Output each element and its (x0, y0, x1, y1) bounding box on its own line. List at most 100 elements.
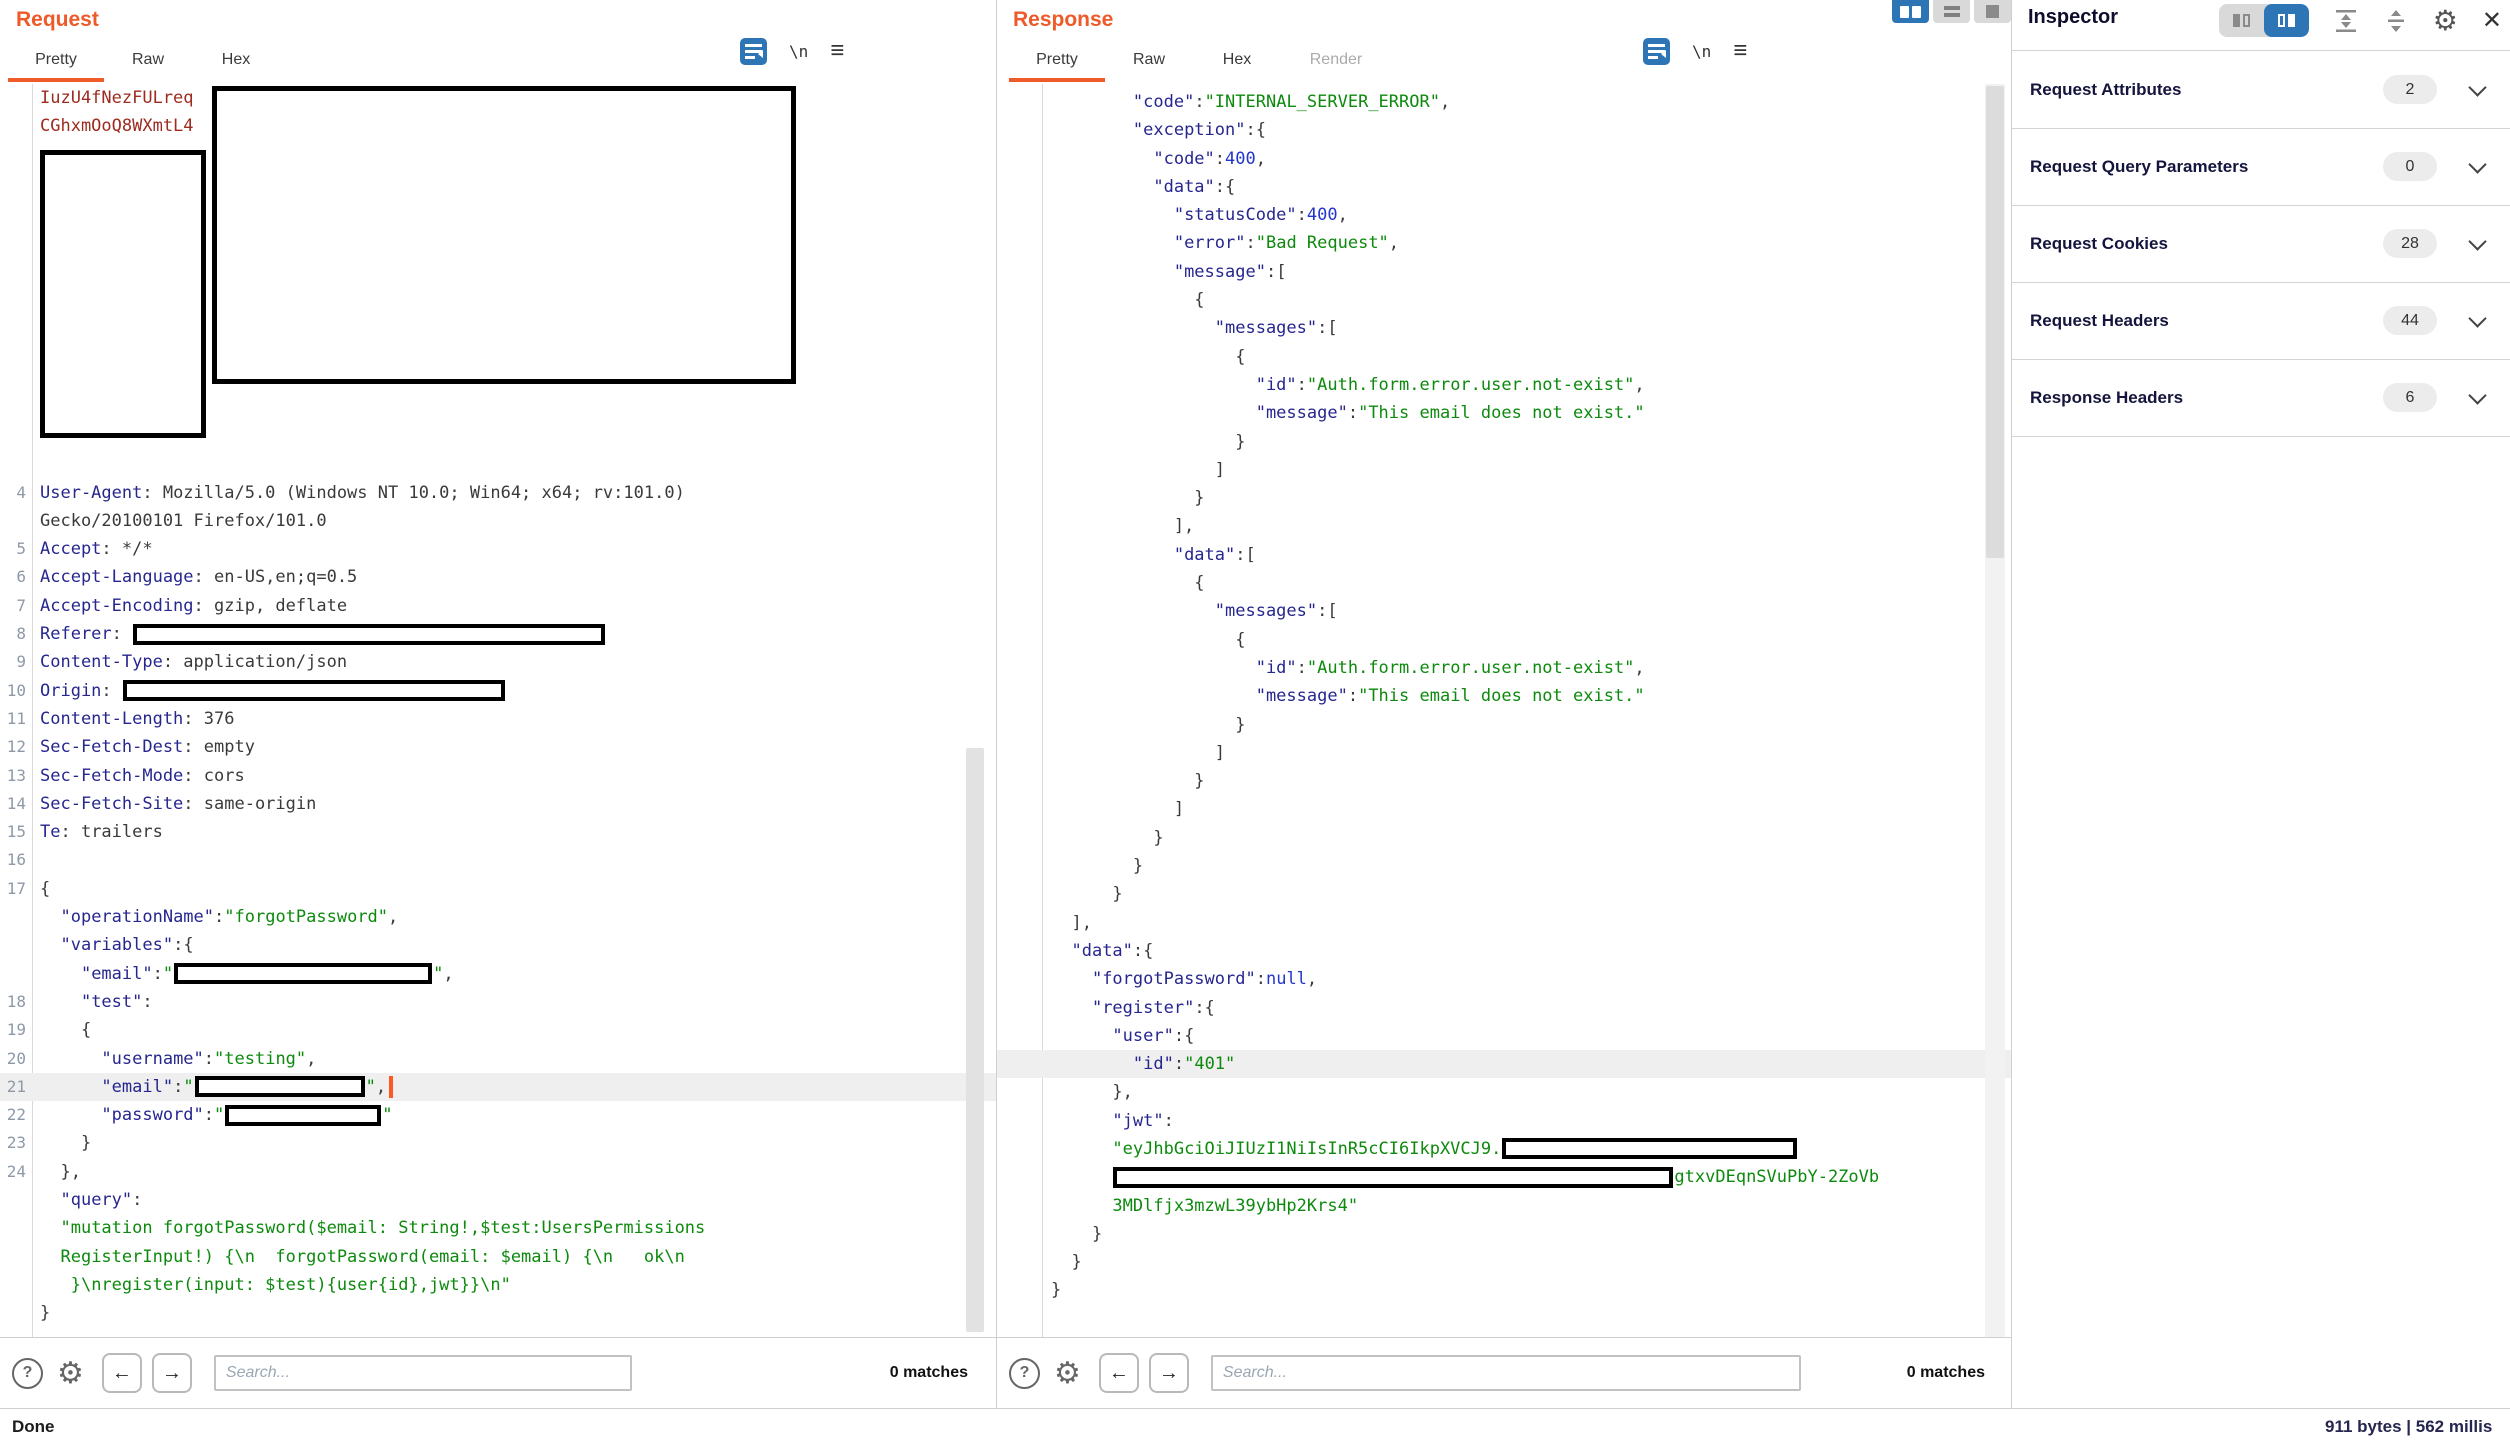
previous-match-button[interactable]: ← (102, 1353, 142, 1393)
code-line: 22 "password":"" (0, 1101, 996, 1129)
code-line: ] (997, 739, 2011, 767)
inspector-section-request-query-parameters[interactable]: Request Query Parameters0 (2012, 128, 2510, 206)
code-line: "operationName":"forgotPassword", (0, 903, 996, 931)
request-editor[interactable]: IuzU4fNezFULreqCGhxmOoQ8WXmtL44User-Agen… (0, 84, 996, 1338)
code-line: 10Origin: (0, 677, 996, 705)
inspector-icon-bar: ⚙ ✕ (2219, 4, 2502, 37)
code-line: 8Referer: (0, 620, 996, 648)
line-number: 4 (0, 479, 26, 507)
tab-pretty[interactable]: Pretty (8, 40, 104, 82)
chevron-down-icon[interactable] (2468, 232, 2486, 250)
search-settings-gear-icon[interactable]: ⚙ (57, 1360, 84, 1387)
section-label: Request Attributes (2030, 80, 2181, 100)
code-line: "code":"INTERNAL_SERVER_ERROR", (997, 88, 2011, 116)
inspector-close-icon[interactable]: ✕ (2482, 6, 2502, 35)
tab-render[interactable]: Render (1281, 40, 1391, 82)
inspector-section-request-cookies[interactable]: Request Cookies28 (2012, 205, 2510, 283)
tab-hex[interactable]: Hex (192, 40, 280, 82)
code-line: }\nregister(input: $test){user{id},jwt}}… (0, 1271, 996, 1299)
code-line: "jwt": (997, 1107, 2011, 1135)
help-icon[interactable]: ? (12, 1358, 43, 1389)
response-panel-title: Response (1013, 8, 1113, 32)
code-line: { (997, 626, 2011, 654)
chevron-down-icon[interactable] (2468, 78, 2486, 96)
single-layout-icon[interactable] (1974, 0, 2011, 23)
dock-left-icon[interactable] (2219, 4, 2264, 37)
line-number: 22 (0, 1101, 26, 1129)
show-newlines-button[interactable]: \n (1692, 42, 1711, 61)
chevron-down-icon[interactable] (2468, 386, 2486, 404)
response-scrollbar[interactable] (1986, 86, 2004, 558)
inspector-section-response-headers[interactable]: Response Headers6 (2012, 359, 2510, 437)
code-line: } (997, 1248, 2011, 1276)
line-number: 17 (0, 875, 26, 903)
request-match-count: 0 matches (890, 1364, 968, 1382)
word-wrap-icon[interactable] (1643, 38, 1670, 65)
inspector-section-request-attributes[interactable]: Request Attributes2 (2012, 51, 2510, 129)
next-match-button[interactable]: → (1149, 1353, 1189, 1393)
code-line: 15Te: trailers (0, 818, 996, 846)
request-scrollbar[interactable] (966, 748, 984, 1332)
response-search-input[interactable] (1211, 1355, 1801, 1391)
code-line: 12Sec-Fetch-Dest: empty (0, 733, 996, 761)
line-number: 19 (0, 1016, 26, 1044)
search-settings-gear-icon[interactable]: ⚙ (1054, 1360, 1081, 1387)
code-line: 5Accept: */* (0, 535, 996, 563)
tab-raw[interactable]: Raw (1105, 40, 1193, 82)
line-number: 5 (0, 535, 26, 563)
inspector-settings-gear-icon[interactable]: ⚙ (2433, 9, 2458, 33)
burp-repeater-window: Request PrettyRawHex \n ≡ IuzU4fNezFULre… (0, 0, 2510, 1446)
response-viewer[interactable]: "code":"INTERNAL_SERVER_ERROR", "excepti… (997, 84, 2011, 1338)
response-size-timing: 911 bytes | 562 millis (2325, 1417, 2492, 1437)
expand-all-icon[interactable] (2383, 8, 2409, 34)
line-number: 13 (0, 762, 26, 790)
code-line: 19 { (0, 1016, 996, 1044)
code-line: "message":[ (997, 258, 2011, 286)
show-newlines-button[interactable]: \n (789, 42, 808, 61)
response-code: "code":"INTERNAL_SERVER_ERROR", "excepti… (997, 84, 2011, 1305)
code-line: } (997, 484, 2011, 512)
next-match-button[interactable]: → (152, 1353, 192, 1393)
editor-menu-icon[interactable]: ≡ (1733, 41, 1747, 61)
inspector-panel: Inspector ⚙ ✕ Request Attributes2Request… (2012, 0, 2510, 1408)
redaction-box (195, 1076, 365, 1097)
code-line: 20 "username":"testing", (0, 1045, 996, 1073)
previous-match-button[interactable]: ← (1099, 1353, 1139, 1393)
code-line: "id":"Auth.form.error.user.not-exist", (997, 654, 2011, 682)
word-wrap-icon[interactable] (740, 38, 767, 65)
code-line: } (997, 1220, 2011, 1248)
response-match-count: 0 matches (1907, 1364, 1985, 1382)
line-number: 8 (0, 620, 26, 648)
inspector-section-request-headers[interactable]: Request Headers44 (2012, 282, 2510, 360)
section-label: Request Query Parameters (2030, 157, 2248, 177)
tab-hex[interactable]: Hex (1193, 40, 1281, 82)
tab-raw[interactable]: Raw (104, 40, 192, 82)
redaction-box (225, 1105, 381, 1126)
code-line: "forgotPassword":null, (997, 965, 2011, 993)
redaction-box (123, 680, 505, 701)
line-number: 9 (0, 648, 26, 676)
request-panel: Request PrettyRawHex \n ≡ IuzU4fNezFULre… (0, 0, 996, 1408)
editor-menu-icon[interactable]: ≡ (830, 41, 844, 61)
tab-pretty[interactable]: Pretty (1009, 40, 1105, 82)
code-line: ], (997, 909, 2011, 937)
chevron-down-icon[interactable] (2468, 155, 2486, 173)
code-line: } (997, 852, 2011, 880)
collapse-all-icon[interactable] (2333, 8, 2359, 34)
code-line: "statusCode":400, (997, 201, 2011, 229)
columns-layout-icon[interactable] (1892, 0, 1929, 23)
chevron-down-icon[interactable] (2468, 309, 2486, 327)
help-icon[interactable]: ? (1009, 1358, 1040, 1389)
dock-right-icon[interactable] (2264, 4, 2309, 37)
redaction-box (212, 86, 796, 384)
code-line: ] (997, 795, 2011, 823)
code-line: "data":{ (997, 937, 2011, 965)
response-find-bar: ? ⚙ ← → 0 matches (997, 1337, 2011, 1408)
code-line: 18 "test": (0, 988, 996, 1016)
code-line: gtxvDEqnSVuPbY-2ZoVb (997, 1163, 2011, 1191)
rows-layout-icon[interactable] (1933, 0, 1970, 23)
request-search-input[interactable] (214, 1355, 632, 1391)
code-line: 7Accept-Encoding: gzip, deflate (0, 592, 996, 620)
section-label: Request Headers (2030, 311, 2169, 331)
code-line: ], (997, 512, 2011, 540)
